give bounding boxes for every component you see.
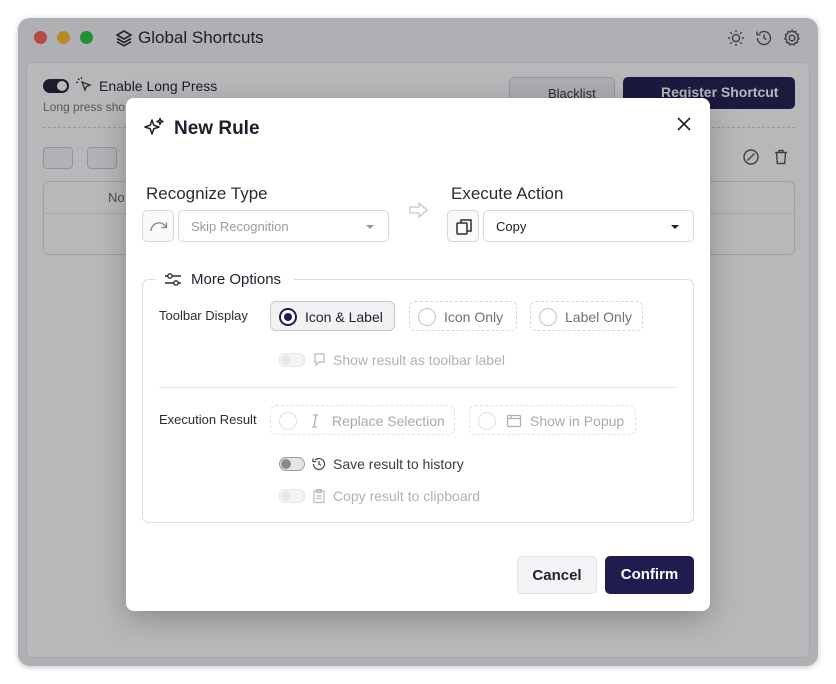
toolbar-display-label: Toolbar Display bbox=[159, 308, 248, 323]
recognize-type-button[interactable] bbox=[142, 210, 174, 242]
clipboard-icon bbox=[313, 488, 325, 504]
new-rule-dialog: New Rule Recognize Type Skip Recognition… bbox=[126, 98, 710, 611]
label-tag-icon bbox=[314, 353, 325, 367]
more-options-title: More Options bbox=[191, 271, 282, 288]
radio-dot bbox=[279, 308, 297, 326]
history-icon bbox=[312, 457, 326, 471]
recognize-type-label: Recognize Type bbox=[146, 184, 268, 203]
copy-icon bbox=[456, 219, 472, 235]
options-divider bbox=[159, 387, 677, 388]
radio-label: Replace Selection bbox=[332, 413, 445, 429]
show-result-toolbar-switch[interactable] bbox=[279, 353, 305, 367]
radio-label-only[interactable]: Label Only bbox=[530, 301, 643, 331]
redo-arrow-icon bbox=[150, 222, 168, 232]
radio-dot bbox=[478, 412, 496, 430]
more-options-legend: More Options bbox=[156, 270, 294, 290]
execute-action-select[interactable]: Copy bbox=[483, 210, 694, 242]
radio-dot bbox=[418, 308, 436, 326]
radio-icon-only[interactable]: Icon Only bbox=[409, 301, 517, 331]
arrow-right-icon bbox=[409, 202, 428, 218]
chevron-down-icon bbox=[366, 225, 374, 229]
radio-label: Label Only bbox=[565, 309, 632, 325]
radio-icon-and-label[interactable]: Icon & Label bbox=[270, 301, 395, 331]
cancel-button[interactable]: Cancel bbox=[517, 556, 597, 594]
show-result-toolbar-label: Show result as toolbar label bbox=[333, 352, 505, 368]
confirm-button[interactable]: Confirm bbox=[605, 556, 694, 594]
window-icon bbox=[506, 414, 522, 428]
sliders-icon bbox=[165, 273, 181, 286]
execution-result-label: Execution Result bbox=[159, 412, 257, 427]
execute-action-button[interactable] bbox=[447, 210, 479, 242]
save-history-label: Save result to history bbox=[333, 456, 464, 472]
radio-label: Icon & Label bbox=[305, 309, 383, 325]
radio-show-in-popup[interactable]: Show in Popup bbox=[469, 405, 636, 435]
radio-replace-selection[interactable]: Replace Selection bbox=[270, 405, 455, 435]
close-icon[interactable] bbox=[674, 114, 694, 134]
dialog-title: New Rule bbox=[174, 118, 260, 139]
sparkles-icon bbox=[144, 117, 164, 135]
radio-label: Show in Popup bbox=[530, 413, 625, 429]
execute-action-label: Execute Action bbox=[451, 184, 564, 203]
chevron-down-icon bbox=[671, 225, 679, 229]
copy-clipboard-label: Copy result to clipboard bbox=[333, 488, 481, 504]
execute-action-value: Copy bbox=[496, 219, 527, 234]
copy-clipboard-switch[interactable] bbox=[279, 489, 305, 503]
radio-label: Icon Only bbox=[444, 309, 504, 325]
save-history-switch[interactable] bbox=[279, 457, 305, 471]
radio-dot bbox=[279, 412, 297, 430]
text-cursor-icon bbox=[312, 414, 318, 428]
recognize-type-value: Skip Recognition bbox=[191, 219, 289, 234]
radio-dot bbox=[539, 308, 557, 326]
recognize-type-select[interactable]: Skip Recognition bbox=[178, 210, 389, 242]
